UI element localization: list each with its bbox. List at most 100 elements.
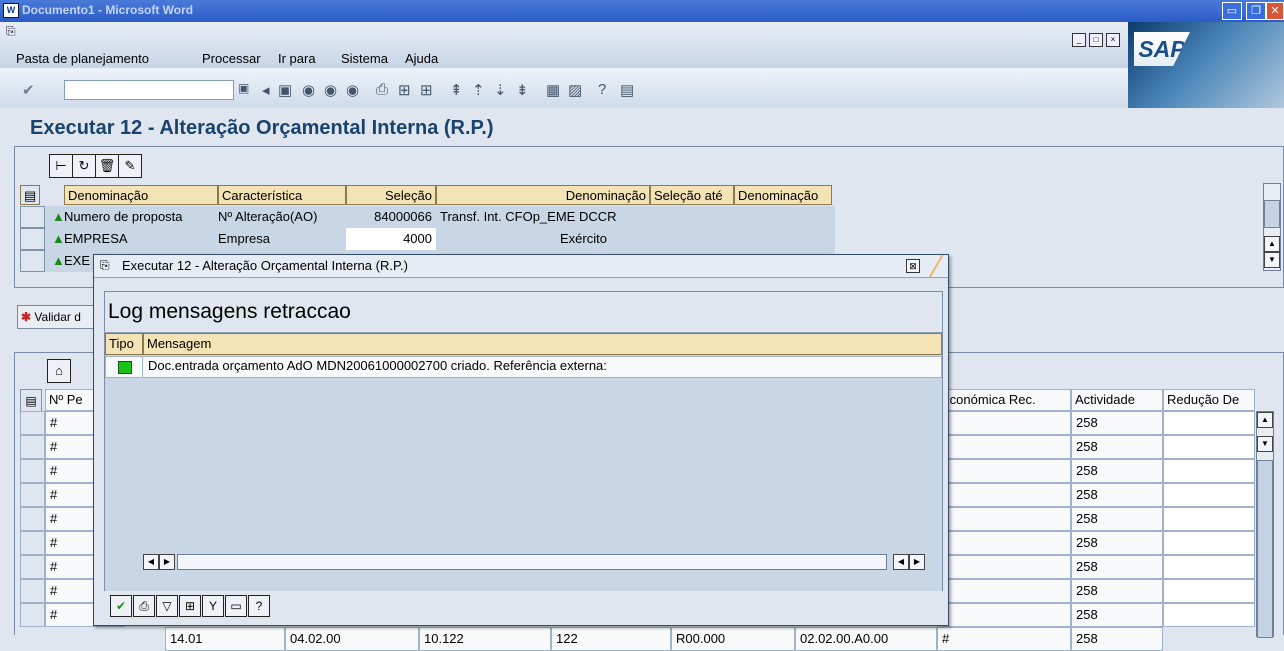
col-denominacao-3[interactable]: Denominação xyxy=(734,185,832,205)
find-icon[interactable]: ⊞ xyxy=(179,595,201,617)
cancel-icon[interactable]: ◉ xyxy=(346,81,359,99)
cell-reducao[interactable] xyxy=(1163,531,1255,555)
print-icon[interactable]: ⎙ xyxy=(133,595,155,617)
scroll-down-icon[interactable]: ▼ xyxy=(1264,252,1280,268)
cell-activity[interactable]: 258 xyxy=(1071,435,1163,459)
command-field[interactable] xyxy=(64,80,234,100)
scroll-track[interactable] xyxy=(177,554,887,570)
shortcut-icon[interactable]: ▨ xyxy=(568,81,582,99)
scroll-thumb[interactable] xyxy=(1257,460,1273,638)
save-icon[interactable]: ▣ xyxy=(278,81,292,99)
cell-reducao[interactable] xyxy=(1163,579,1255,603)
first-page-icon[interactable]: ⇞ xyxy=(450,81,463,99)
scroll-right-icon[interactable]: ▶ xyxy=(159,554,175,570)
table-row-partial[interactable]: 14.01 04.02.00 10.122 122 R00.000 02.02.00.A0… xyxy=(15,627,1255,651)
new-session-icon[interactable]: ▦ xyxy=(546,81,560,99)
row-selector[interactable] xyxy=(20,555,45,579)
find-next-icon[interactable]: ⊞ xyxy=(420,81,433,99)
close-window-button[interactable]: ✕ xyxy=(1266,2,1284,20)
row-selector[interactable] xyxy=(20,206,45,228)
confirm-icon[interactable]: ✔ xyxy=(110,595,132,617)
exit-icon[interactable]: ◉ xyxy=(324,81,337,99)
filter-icon[interactable]: ▽ xyxy=(156,595,178,617)
col-selecao-ate[interactable]: Seleção até xyxy=(650,185,734,205)
find-icon[interactable]: ⊞ xyxy=(398,81,411,99)
set-filter-icon[interactable]: Y xyxy=(202,595,224,617)
cell-econ[interactable] xyxy=(937,531,1071,555)
cell-econ[interactable] xyxy=(937,411,1071,435)
row-selector[interactable] xyxy=(20,228,45,250)
cell-econ[interactable] xyxy=(937,555,1071,579)
col-reducao[interactable]: Redução De xyxy=(1163,389,1255,411)
back-arrow-icon[interactable]: ◂ xyxy=(262,81,270,99)
cell-reducao[interactable] xyxy=(1163,411,1255,435)
cell-activity[interactable]: 258 xyxy=(1071,483,1163,507)
planning-scrollbar[interactable]: ▲ ▼ xyxy=(1256,411,1274,638)
edit-icon[interactable]: ✎ xyxy=(118,154,142,178)
cell-econ[interactable] xyxy=(937,507,1071,531)
select-layout-icon[interactable]: ⊢ xyxy=(49,154,73,178)
cell-activity[interactable]: 258 xyxy=(1071,531,1163,555)
row-selector[interactable] xyxy=(20,250,45,272)
maximize-session-icon[interactable]: □ xyxy=(1089,33,1103,47)
row-selector[interactable] xyxy=(20,435,45,459)
select-all-icon[interactable]: ▤ xyxy=(20,185,40,205)
row-selector[interactable] xyxy=(20,603,45,627)
cell-reducao[interactable] xyxy=(1163,507,1255,531)
next-page-icon[interactable]: ⇣ xyxy=(494,81,507,99)
cell-activity[interactable]: 258 xyxy=(1071,459,1163,483)
message-row[interactable]: Doc.entrada orçamento AdO MDN20061000002… xyxy=(105,356,942,378)
col-actividade[interactable]: Actividade xyxy=(1071,389,1163,411)
close-session-icon[interactable]: × xyxy=(1106,33,1120,47)
prev-page-icon[interactable]: ⇡ xyxy=(472,81,485,99)
menu-ajuda[interactable]: Ajuda xyxy=(405,51,438,66)
cell-activity[interactable]: 258 xyxy=(1071,579,1163,603)
select-all-icon[interactable]: ▤ xyxy=(20,389,42,413)
print-icon[interactable]: ⎙ xyxy=(376,81,388,98)
menu-ir-para[interactable]: Ir para xyxy=(278,51,316,66)
cell-reducao[interactable] xyxy=(1163,459,1255,483)
minimize-session-icon[interactable]: _ xyxy=(1072,33,1086,47)
cell-selection[interactable]: 4000 xyxy=(360,228,432,250)
row-selector[interactable] xyxy=(20,483,45,507)
cell-selection[interactable]: 84000066 xyxy=(360,206,432,228)
scroll-up-icon[interactable]: ▲ xyxy=(1264,236,1280,252)
menu-pasta-de-planejamento[interactable]: Pasta de planejamento xyxy=(16,51,149,66)
cell-econ[interactable] xyxy=(937,579,1071,603)
row-selector[interactable] xyxy=(20,531,45,555)
col-denominacao[interactable]: Denominação xyxy=(64,185,218,205)
help-icon[interactable]: ? xyxy=(598,81,606,98)
cell-activity[interactable]: 258 xyxy=(1071,507,1163,531)
scroll-down-icon[interactable]: ▼ xyxy=(1257,436,1273,452)
restore-window-button[interactable]: ▭ xyxy=(1222,2,1242,20)
refresh-icon[interactable]: ↻ xyxy=(72,154,96,178)
history-icon[interactable]: ▣ xyxy=(238,81,249,95)
table-row[interactable]: ▲ Numero de proposta Nº Alteração(AO) 84… xyxy=(20,206,835,228)
dialog-close-icon[interactable]: ⊠ xyxy=(906,259,920,273)
cell-reducao[interactable] xyxy=(1163,603,1255,627)
cell-econ[interactable] xyxy=(937,483,1071,507)
restore-down-icon[interactable]: ❐ xyxy=(1246,2,1266,20)
cell-econ[interactable] xyxy=(937,435,1071,459)
layout-icon[interactable]: ▤ xyxy=(620,81,634,99)
scroll-up-icon[interactable]: ▲ xyxy=(1257,412,1273,428)
cell-reducao[interactable] xyxy=(1163,483,1255,507)
cell-reducao[interactable] xyxy=(1163,555,1255,579)
system-menu-icon[interactable]: ⎘ xyxy=(6,24,16,39)
print-preview-icon[interactable]: ▭ xyxy=(225,595,247,617)
row-selector[interactable] xyxy=(20,459,45,483)
details-icon[interactable]: ⌂ xyxy=(47,359,71,383)
enter-icon[interactable]: ✔ xyxy=(22,81,35,99)
menu-processar[interactable]: Processar xyxy=(202,51,261,66)
cell-activity[interactable]: 258 xyxy=(1071,411,1163,435)
table-row[interactable]: ▲ EMPRESA Empresa 4000 Exército xyxy=(20,228,835,250)
cell-econ[interactable] xyxy=(937,459,1071,483)
col-mensagem[interactable]: Mensagem xyxy=(143,333,942,355)
row-selector[interactable] xyxy=(20,507,45,531)
help-icon[interactable]: ? xyxy=(248,595,270,617)
col-denominacao-2[interactable]: Denominação xyxy=(436,185,650,205)
row-selector[interactable] xyxy=(20,579,45,603)
horizontal-scrollbar[interactable]: ◀ ▶ ◀ ▶ xyxy=(143,554,943,570)
scroll-left-icon[interactable]: ◀ xyxy=(143,554,159,570)
col-caracteristica[interactable]: Característica xyxy=(218,185,346,205)
